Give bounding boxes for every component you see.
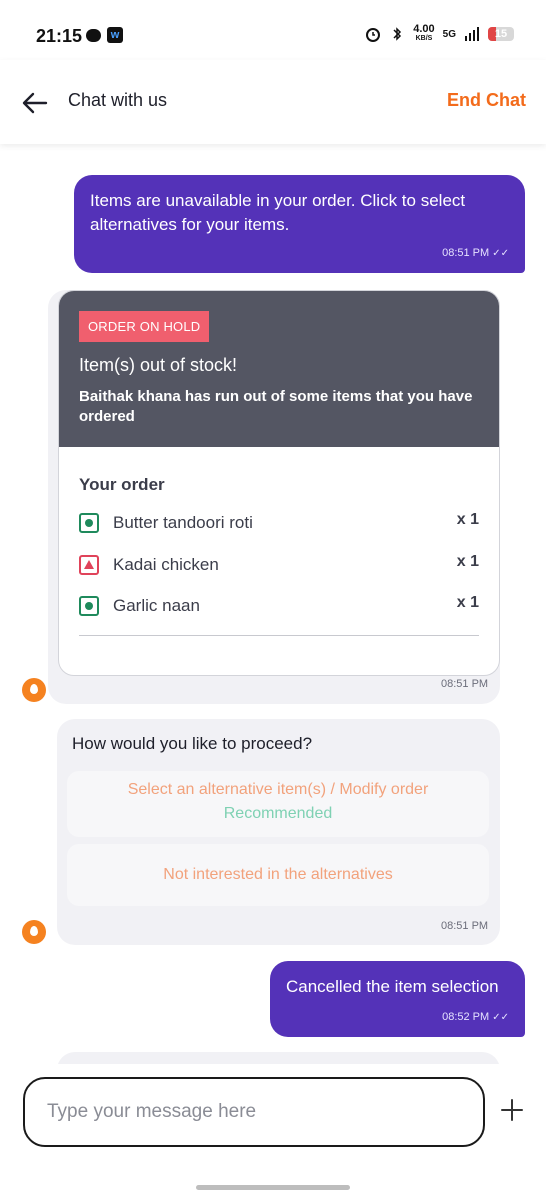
alarm-icon [366,28,381,42]
chat-notification-icon [86,28,101,42]
message-time: 08:51 PM [442,247,490,259]
signal-label: 5G [442,28,456,40]
app-notification-icon: w [107,27,123,43]
network-speed: 4.00 KB/S [413,24,434,44]
battery-level: 15 [494,28,508,40]
not-interested-button[interactable]: Not interested in the alternatives [67,844,489,906]
back-arrow-icon[interactable] [22,90,48,116]
message-text: Items are unavailable in your order. Cli… [90,191,466,234]
message-input[interactable] [23,1077,485,1147]
item-name: Kadai chicken [113,555,219,574]
order-on-hold-badge: ORDER ON HOLD [79,311,210,342]
order-item: Garlic naan x 1 [79,594,479,622]
message-time: 08:51 PM [441,920,489,932]
user-message: Cancelled the item selection 08:52 PM ✓✓ [270,961,525,1037]
user-message: Items are unavailable in your order. Cli… [74,175,525,273]
bot-avatar-icon [22,678,46,702]
option-label: Not interested in the alternatives [163,866,393,883]
status-notification-icons: w [86,27,123,43]
veg-icon [79,513,99,533]
chat-header: Chat with us End Chat [0,60,546,144]
order-item: Butter tandoori roti x 1 [79,511,479,539]
status-system-icons: 4.00 KB/S 5G 15 [365,24,514,44]
option-label: Select an alternative item(s) / Modify o… [127,781,429,798]
proceed-question: How would you like to proceed? [72,734,313,753]
status-time: 21:15 [36,26,83,46]
status-bar: 21:15 w 4.00 KB/S 5G 15 [0,0,546,60]
your-order-heading: Your order [79,475,165,494]
select-alternative-button[interactable]: Select an alternative item(s) / Modify o… [67,771,489,837]
bot-message-partial [57,1052,500,1064]
message-composer [0,1064,546,1200]
message-meta: 08:51 PM ✓✓ [442,247,509,259]
out-of-stock-description: Baithak khana has run out of some items … [79,388,473,425]
network-speed-unit: KB/S [415,35,433,42]
order-status-card: ORDER ON HOLD Item(s) out of stock! Bait… [58,290,500,676]
non-veg-icon [79,555,99,575]
item-quantity: x 1 [456,511,479,528]
read-receipt-icon: ✓✓ [492,248,509,259]
divider [79,635,479,636]
signal-strength-icon [465,27,479,41]
out-of-stock-title: Item(s) out of stock! [79,355,238,375]
veg-icon [79,596,99,616]
recommended-tag: Recommended [223,805,333,822]
bot-avatar-icon [22,920,46,944]
order-card-header: ORDER ON HOLD Item(s) out of stock! Bait… [59,291,499,447]
home-indicator[interactable] [196,1185,350,1190]
bluetooth-icon [393,27,402,41]
message-meta: 08:52 PM ✓✓ [442,1011,509,1023]
add-attachment-icon[interactable] [500,1098,524,1122]
item-quantity: x 1 [456,594,479,611]
read-receipt-icon: ✓✓ [492,1012,509,1023]
message-time: 08:51 PM [441,678,489,690]
chat-messages[interactable]: Items are unavailable in your order. Cli… [0,144,546,1064]
item-name: Butter tandoori roti [113,513,253,532]
end-chat-button[interactable]: End Chat [447,90,526,111]
order-item: Kadai chicken x 1 [79,553,479,581]
item-quantity: x 1 [456,553,479,570]
message-text: Cancelled the item selection [286,977,499,996]
battery-icon: 15 [488,27,514,41]
page-title: Chat with us [68,90,168,110]
message-time: 08:52 PM [442,1011,490,1023]
item-name: Garlic naan [113,596,200,615]
